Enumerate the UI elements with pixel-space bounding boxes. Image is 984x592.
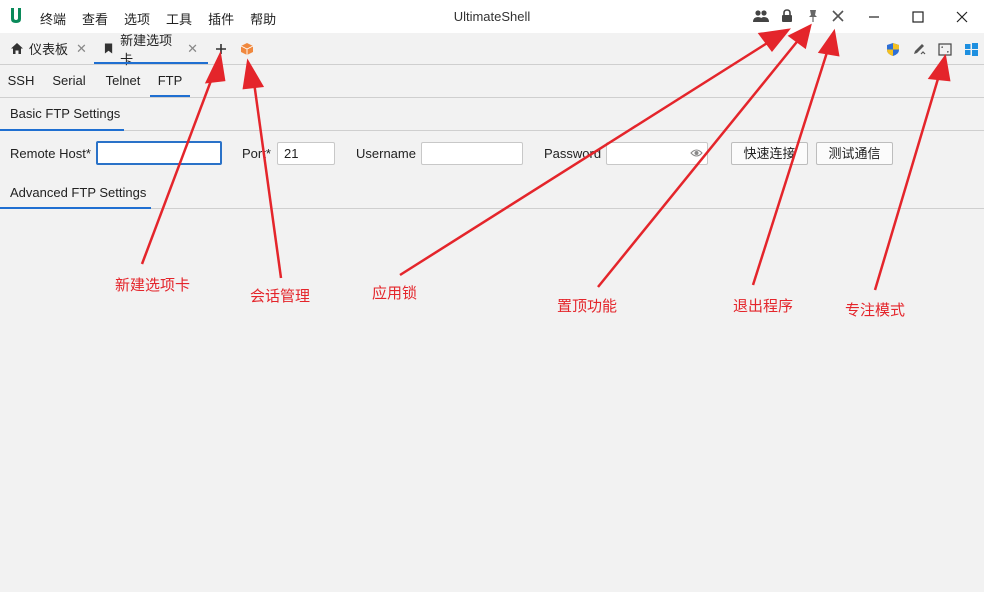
arrowhead-lock [757, 28, 791, 53]
arrowhead-session [242, 58, 265, 90]
arrow-new-tab [140, 69, 217, 265]
annotation-arrows [140, 23, 951, 291]
arrow-session [251, 74, 283, 279]
arrowhead-exit [817, 28, 840, 57]
annotation-exit: 退出程序 [733, 297, 794, 315]
arrowhead-focus [927, 53, 951, 82]
arrowhead-pin [787, 23, 812, 50]
annotation-pin-top: 置顶功能 [557, 297, 618, 315]
annotation-app-lock: 应用锁 [372, 284, 418, 302]
annotation-session-mgmt: 会话管理 [250, 287, 311, 305]
arrowhead-new-tab [204, 50, 226, 84]
arrow-lock [399, 38, 773, 277]
arrow-pin [597, 37, 801, 288]
annotation-new-tab: 新建选项卡 [115, 276, 191, 294]
annotation-focus-mode: 专注模式 [845, 301, 906, 319]
arrow-focus [873, 71, 942, 291]
